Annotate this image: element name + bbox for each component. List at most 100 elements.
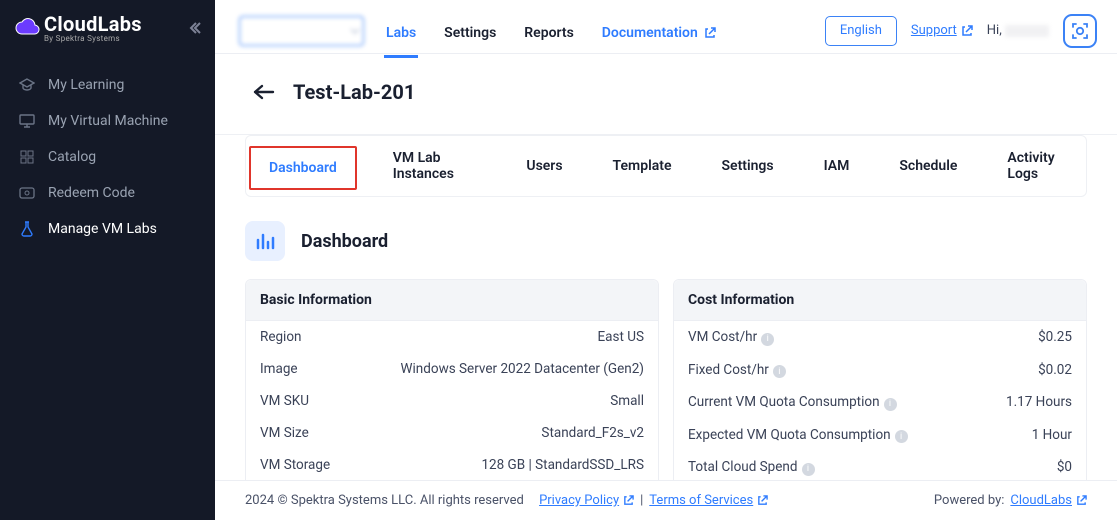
basic-info-card: Basic Information RegionEast US ImageWin… [245,279,659,480]
info-value: Windows Server 2022 Datacenter (Gen2) [401,361,644,377]
page-scroll[interactable]: Test-Lab-201 Dashboard VM Lab Instances … [215,54,1117,480]
environment-select[interactable] [239,16,364,46]
language-button[interactable]: English [825,16,897,46]
greeting: Hi, [987,23,1049,38]
info-row: Expected VM Quota Consumptioni 1 Hour [674,419,1086,452]
sidebar-item-my-learning[interactable]: My Learning [0,67,215,103]
subtab-vm-lab-instances[interactable]: VM Lab Instances [379,136,491,196]
info-key: Total Cloud Spendi [688,459,815,476]
cost-info-card: Cost Information VM Cost/hri$0.25 Fixed … [673,279,1087,480]
tab-label: Labs [386,25,416,41]
subtab-iam[interactable]: IAM [810,144,864,188]
section-header: Dashboard [215,215,1117,279]
terms-link[interactable]: Terms of Services [649,493,768,508]
subtab-settings[interactable]: Settings [707,144,787,188]
info-value: $0 [1057,459,1072,476]
page-header: Test-Lab-201 [245,54,1087,124]
subtabs: Dashboard VM Lab Instances Users Templat… [246,136,1086,196]
footer-right: Powered by: CloudLabs [934,493,1087,508]
brand[interactable]: CloudLabs By Spektra Systems [14,12,142,43]
tab-label: Documentation [602,25,698,41]
info-key: VM Storage [260,457,330,473]
info-key: Current VM Quota Consumptioni [688,394,897,411]
external-link-icon [623,495,634,506]
info-row: Image Windows Server 2022 Datacenter (Gen… [246,353,658,385]
info-icon[interactable]: i [802,463,815,476]
info-value: $0.25 [1038,329,1072,346]
subtab-schedule[interactable]: Schedule [885,144,971,188]
info-icon[interactable]: i [761,333,774,346]
tab-labs[interactable]: Labs [384,25,418,58]
info-value: 1.17 Hours [1006,394,1072,411]
info-key: Expected VM Quota Consumptioni [688,427,908,444]
external-link-icon [961,25,973,37]
graduation-cap-icon [18,78,36,92]
sidebar-nav: My Learning My Virtual Machine Catalog R… [0,67,215,247]
footer: 2024 © Spektra Systems LLC. All rights r… [215,480,1117,520]
info-row: VM Cost/hri$0.25 [674,321,1086,354]
info-icon[interactable]: i [895,430,908,443]
sidebar-item-catalog[interactable]: Catalog [0,139,215,175]
sidebar: CloudLabs By Spektra Systems My Learning… [0,0,215,520]
info-grid: Basic Information RegionEast US ImageWin… [215,279,1117,480]
info-row: VM SKU Small [246,385,658,417]
subtab-template[interactable]: Template [599,144,686,188]
user-name-redacted [1005,25,1049,37]
info-key: Fixed Cost/hri [688,362,786,379]
main-area: Labs Settings Reports Documentation Engl… [215,0,1117,520]
info-key: Region [260,329,302,345]
info-key: VM SKU [260,393,309,409]
divider: | [640,493,643,508]
external-link-icon [757,495,768,506]
info-value: East US [597,329,644,345]
tab-documentation[interactable]: Documentation [600,25,718,58]
tab-reports[interactable]: Reports [522,25,576,58]
info-row: VM SizeStandard_F2s_v2 [246,417,658,449]
info-value: 1 Hour [1032,427,1072,444]
greeting-prefix: Hi, [987,23,1002,38]
info-icon[interactable]: i [773,365,786,378]
info-row: VM Storage 128 GB | StandardSSD_LRS [246,449,658,480]
support-label: Support [911,23,957,38]
sidebar-item-manage-vm-labs[interactable]: Manage VM Labs [0,211,215,247]
topbar: Labs Settings Reports Documentation Engl… [215,0,1117,54]
tab-label: Reports [524,25,574,41]
grid-icon [18,150,36,164]
back-button[interactable] [253,84,275,100]
cloud-icon [14,18,42,38]
ticket-icon [18,187,36,199]
support-link[interactable]: Support [911,23,973,38]
sidebar-item-redeem-code[interactable]: Redeem Code [0,175,215,211]
subtab-users[interactable]: Users [512,144,576,188]
face-id-icon [1070,21,1090,41]
info-row: Total Cloud Spendi $0 [674,451,1086,480]
subtab-activity-logs[interactable]: Activity Logs [993,136,1082,196]
tab-settings[interactable]: Settings [442,25,498,58]
page-title: Test-Lab-201 [293,80,415,104]
sidebar-collapse-button[interactable] [187,21,201,35]
sidebar-item-label: Manage VM Labs [48,221,157,237]
sidebar-item-label: My Virtual Machine [48,113,168,129]
bar-chart-icon [245,221,285,261]
sidebar-item-my-vm[interactable]: My Virtual Machine [0,103,215,139]
sidebar-item-label: Catalog [48,149,96,165]
subtab-dashboard[interactable]: Dashboard [249,146,357,190]
external-link-icon [704,27,716,39]
info-row: Fixed Cost/hri$0.02 [674,354,1086,387]
info-key: Image [260,361,298,377]
powered-by-link[interactable]: CloudLabs [1010,493,1087,508]
privacy-link[interactable]: Privacy Policy [539,493,634,508]
card-heading: Cost Information [674,280,1086,321]
top-tabs: Labs Settings Reports Documentation [384,4,718,58]
flask-icon [18,221,36,237]
external-link-icon [1076,495,1087,506]
info-value: Standard_F2s_v2 [541,425,644,441]
scan-button[interactable] [1063,14,1097,48]
tab-label: Settings [444,25,496,41]
info-icon[interactable]: i [884,398,897,411]
sidebar-item-label: Redeem Code [48,185,135,201]
info-value: 128 GB | StandardSSD_LRS [481,457,644,473]
info-value: Small [610,393,644,409]
info-row: Region East US [246,321,658,353]
section-title: Dashboard [301,231,388,252]
